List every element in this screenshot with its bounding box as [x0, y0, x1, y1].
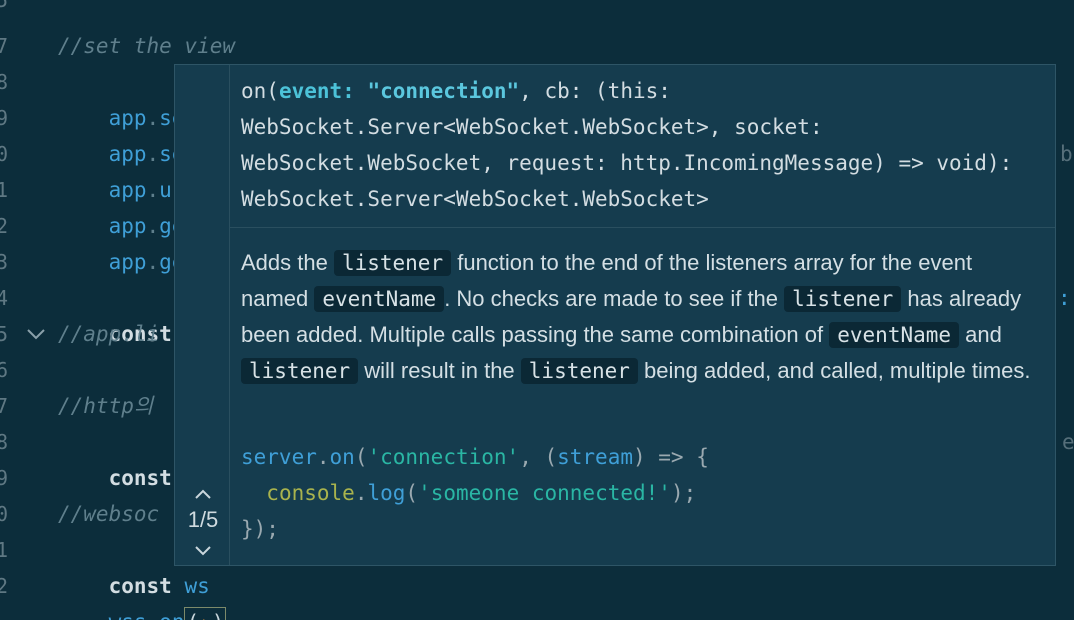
overload-navigator: 1/5 — [175, 65, 230, 565]
line-number: 9 — [0, 106, 8, 130]
inline-code: eventName — [314, 286, 445, 312]
line-number: 3 — [0, 250, 8, 274]
line-number: 1 — [0, 538, 8, 562]
code-line-comment: //set the view — [58, 34, 236, 58]
line-number: 2 — [0, 574, 8, 598]
text-cursor: › — [199, 611, 212, 620]
code-line-comment: //app.li — [58, 322, 160, 346]
inline-code: listener — [520, 358, 638, 384]
signature-hover-widget: 1/5 on(event: "connection", cb: (this: W… — [174, 64, 1056, 566]
inline-code: listener — [333, 250, 452, 276]
inline-code: listener — [784, 286, 902, 312]
line-number: 0 — [0, 142, 8, 166]
line-number: 7 — [0, 394, 8, 418]
documentation-text: Adds the listener function to the end of… — [241, 250, 1031, 384]
code-fragment: e — [1062, 430, 1074, 454]
code-line-current[interactable]: wss.on(›) — [58, 568, 227, 620]
code-editor[interactable]: 5 7 8 9 0 1 2 3 4 5 6 7 8 9 0 1 2 //set … — [0, 0, 1074, 620]
code-fragment: : — [1058, 286, 1071, 310]
chevron-up-icon[interactable] — [191, 485, 215, 503]
signature-text: on(event: "connection", cb: (this: WebSo… — [241, 79, 1025, 211]
line-number: 0 — [0, 502, 8, 526]
fold-chevron-icon[interactable] — [24, 316, 48, 352]
code-example: server.on('connection', (stream) => { co… — [241, 445, 709, 541]
code-token: on — [159, 610, 184, 620]
chevron-down-icon[interactable] — [191, 541, 215, 559]
bracket-match: (›) — [184, 607, 227, 620]
inline-code: eventName — [829, 322, 960, 348]
line-number: 5 — [0, 322, 8, 346]
overload-counter: 1/5 — [187, 507, 219, 532]
line-number: 9 — [0, 466, 8, 490]
active-parameter: event: — [278, 79, 368, 103]
line-number: 6 — [0, 358, 8, 382]
line-number: 5 — [0, 0, 8, 12]
code-line-comment: //websoc — [58, 502, 160, 526]
inline-code: listener — [241, 358, 359, 384]
line-number: 8 — [0, 70, 8, 94]
code-token: app — [108, 250, 147, 274]
line-number: 8 — [0, 430, 8, 454]
code-token: wss — [109, 610, 147, 620]
line-number: 4 — [0, 286, 8, 310]
code-line-comment: //http의 — [58, 394, 154, 418]
line-number: 1 — [0, 178, 8, 202]
code-keyword: const — [108, 466, 172, 490]
active-parameter-value: "connection" — [367, 79, 520, 103]
divider — [230, 227, 1055, 228]
line-number: 2 — [0, 214, 8, 238]
line-number: 7 — [0, 34, 8, 58]
code-fragment: b — [1060, 142, 1073, 166]
